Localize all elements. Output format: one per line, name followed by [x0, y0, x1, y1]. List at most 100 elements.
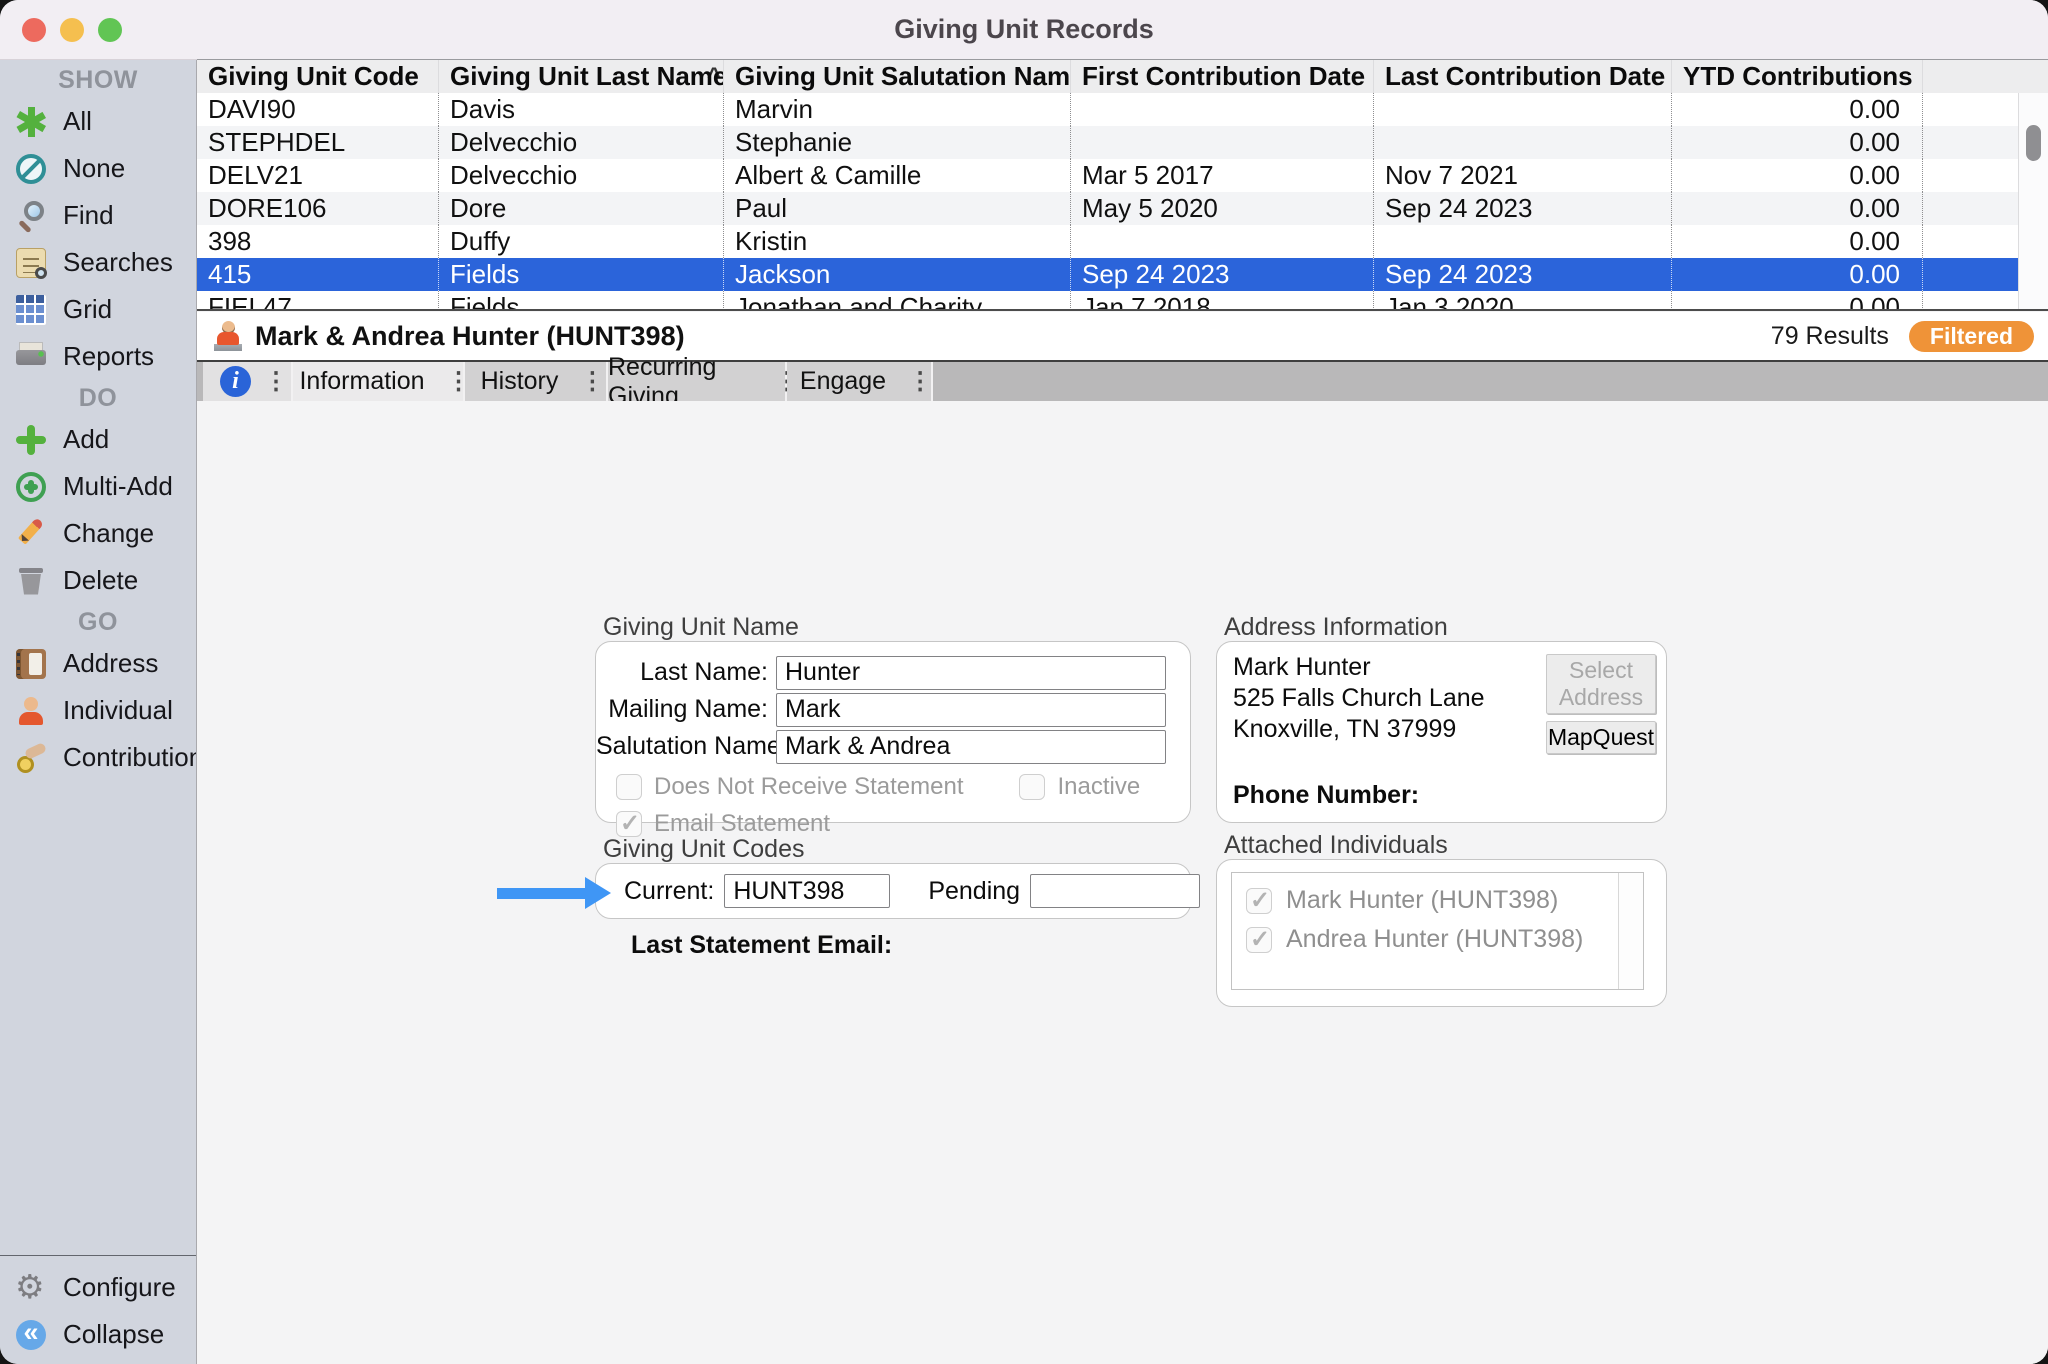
tab-bar: Information History Recurring Giving [197, 362, 2048, 401]
sidebar-item[interactable]: Find [0, 192, 196, 239]
form-field-row: Mailing Name: [596, 691, 1178, 728]
table-row[interactable]: 398 Duffy Kristin 0.00 [197, 225, 2018, 258]
table-row[interactable]: DELV21 Delvecchio Albert & Camille Mar 5… [197, 159, 2018, 192]
tab[interactable]: Engage [787, 362, 933, 401]
sidebar-item[interactable]: Address [0, 640, 196, 687]
last-statement-email-label: Last Statement Email: [631, 931, 892, 960]
sidebar-footer-item[interactable]: Configure [0, 1264, 196, 1311]
address-line: 525 Falls Church Lane [1233, 683, 1485, 714]
pointer-arrow-icon [497, 877, 611, 910]
sidebar-item[interactable]: Delete [0, 557, 196, 604]
sidebar-item[interactable]: Multi-Add [0, 463, 196, 510]
list-scrollbar[interactable] [1618, 873, 1643, 989]
searches-icon [16, 248, 46, 278]
tab-menu-icon[interactable] [908, 362, 918, 401]
column-header-ytd[interactable]: YTD Contributions [1671, 60, 1922, 93]
table-row[interactable]: DAVI90 Davis Marvin 0.00 [197, 93, 2018, 126]
column-header-code[interactable]: Giving Unit Code [197, 60, 438, 93]
address-block: Mark Hunter 525 Falls Church Lane Knoxvi… [1233, 652, 1485, 745]
address-information-panel: Mark Hunter 525 Falls Church Lane Knoxvi… [1216, 641, 1667, 823]
sidebar-item[interactable]: Grid [0, 286, 196, 333]
table-scrollbar-thumb[interactable] [2026, 125, 2041, 161]
table-row[interactable]: 415 Fields Jackson Sep 24 2023 Sep 24 20… [197, 258, 2018, 291]
cell-ytd: 0.00 [1671, 159, 1922, 192]
statement-checkbox-row: Does Not Receive Statement Inactive [616, 772, 1178, 802]
sidebar-item[interactable]: Individual [0, 687, 196, 734]
inactive-checkbox[interactable] [1019, 774, 1045, 800]
list-item[interactable]: Mark Hunter (HUNT398) [1246, 881, 1643, 920]
tab[interactable]: Recurring Giving [608, 362, 787, 401]
column-header-salutation[interactable]: Giving Unit Salutation Name [723, 60, 1070, 93]
table-row[interactable]: STEPHDEL Delvecchio Stephanie 0.00 [197, 126, 2018, 159]
sidebar-show-items: All None Find Searches [0, 98, 196, 380]
sidebar-footer: Configure Collapse [0, 1255, 196, 1358]
current-code-input[interactable] [724, 874, 890, 908]
sidebar-section-show: SHOW [0, 62, 196, 98]
column-header-last-date[interactable]: Last Contribution Date [1373, 60, 1671, 93]
sidebar-go-items: Address Individual Contributions [0, 640, 196, 781]
record-name: Mark & Andrea Hunter (HUNT398) [255, 321, 1771, 352]
cell-last-date: Nov 7 2021 [1373, 159, 1671, 192]
collapse-icon [16, 1320, 46, 1350]
text-field[interactable] [776, 730, 1166, 764]
individual-checkbox[interactable] [1246, 927, 1272, 953]
info-tab-segment[interactable] [203, 362, 293, 401]
cell-last-name: Fields [438, 258, 723, 291]
column-header-last-name[interactable]: ^Giving Unit Last Name [438, 60, 723, 93]
address-line: Mark Hunter [1233, 652, 1485, 683]
table-scrollbar[interactable] [2018, 93, 2048, 309]
does-not-receive-statement-checkbox[interactable] [616, 774, 642, 800]
sidebar-item[interactable]: Add [0, 416, 196, 463]
giving-unit-name-fields: Last Name: Mailing Name: Salutation Name… [596, 654, 1178, 765]
tab-menu-icon[interactable] [447, 362, 457, 401]
column-header-first-date[interactable]: First Contribution Date [1070, 60, 1373, 93]
sidebar-item[interactable]: None [0, 145, 196, 192]
list-item[interactable]: Andrea Hunter (HUNT398) [1246, 920, 1643, 959]
cell-ytd: 0.00 [1671, 126, 1922, 159]
add-icon [16, 425, 46, 455]
mapquest-button[interactable]: MapQuest [1546, 721, 1656, 754]
cell-first-date [1070, 126, 1373, 159]
cell-first-date: Jan 7 2018 [1070, 291, 1373, 309]
sidebar-item[interactable]: Contributions [0, 734, 196, 781]
sidebar-item[interactable]: All [0, 98, 196, 145]
text-field[interactable] [776, 693, 1166, 727]
cell-code: 415 [197, 258, 438, 291]
change-icon [16, 519, 46, 549]
cell-code: DELV21 [197, 159, 438, 192]
select-address-button[interactable]: Select Address [1546, 654, 1656, 714]
cell-ytd: 0.00 [1671, 258, 1922, 291]
tab-menu-icon[interactable] [775, 362, 785, 401]
sidebar-section-do: DO [0, 380, 196, 416]
individual-checkbox[interactable] [1246, 888, 1272, 914]
cell-last-date [1373, 126, 1671, 159]
sidebar-item[interactable]: Change [0, 510, 196, 557]
pending-code-input[interactable] [1030, 874, 1200, 908]
sidebar-item[interactable]: Searches [0, 239, 196, 286]
person-icon [213, 321, 243, 351]
multi-add-icon [16, 472, 46, 502]
giving-unit-name-panel: Last Name: Mailing Name: Salutation Name… [595, 641, 1191, 823]
reports-icon [16, 342, 46, 372]
text-field[interactable] [776, 656, 1166, 690]
attached-individuals-legend: Attached Individuals [1224, 831, 1448, 860]
email-statement-checkbox[interactable] [616, 811, 642, 837]
info-icon[interactable] [220, 366, 251, 397]
sidebar-item[interactable]: Reports [0, 333, 196, 380]
cell-salutation: Paul [723, 192, 1070, 225]
cell-code: 398 [197, 225, 438, 258]
results-count: 79 Results [1771, 322, 1889, 351]
window-title: Giving Unit Records [0, 0, 2048, 59]
filtered-badge[interactable]: Filtered [1909, 321, 2034, 352]
tab-menu-icon[interactable] [580, 362, 590, 401]
cell-last-name: Fields [438, 291, 723, 309]
sidebar-footer-item[interactable]: Collapse [0, 1311, 196, 1358]
tab[interactable]: History [465, 362, 608, 401]
title-bar: Giving Unit Records [0, 0, 2048, 60]
tab[interactable]: Information [293, 362, 465, 401]
tab-menu-icon[interactable] [264, 362, 274, 401]
table-row[interactable]: DORE106 Dore Paul May 5 2020 Sep 24 2023… [197, 192, 2018, 225]
current-code-label: Current: [624, 877, 714, 906]
table-row[interactable]: FIEL47 Fields Jonathan and Charity Jan 7… [197, 291, 2018, 309]
attached-individuals-list: Mark Hunter (HUNT398) Andrea Hunter (HUN… [1231, 872, 1644, 990]
